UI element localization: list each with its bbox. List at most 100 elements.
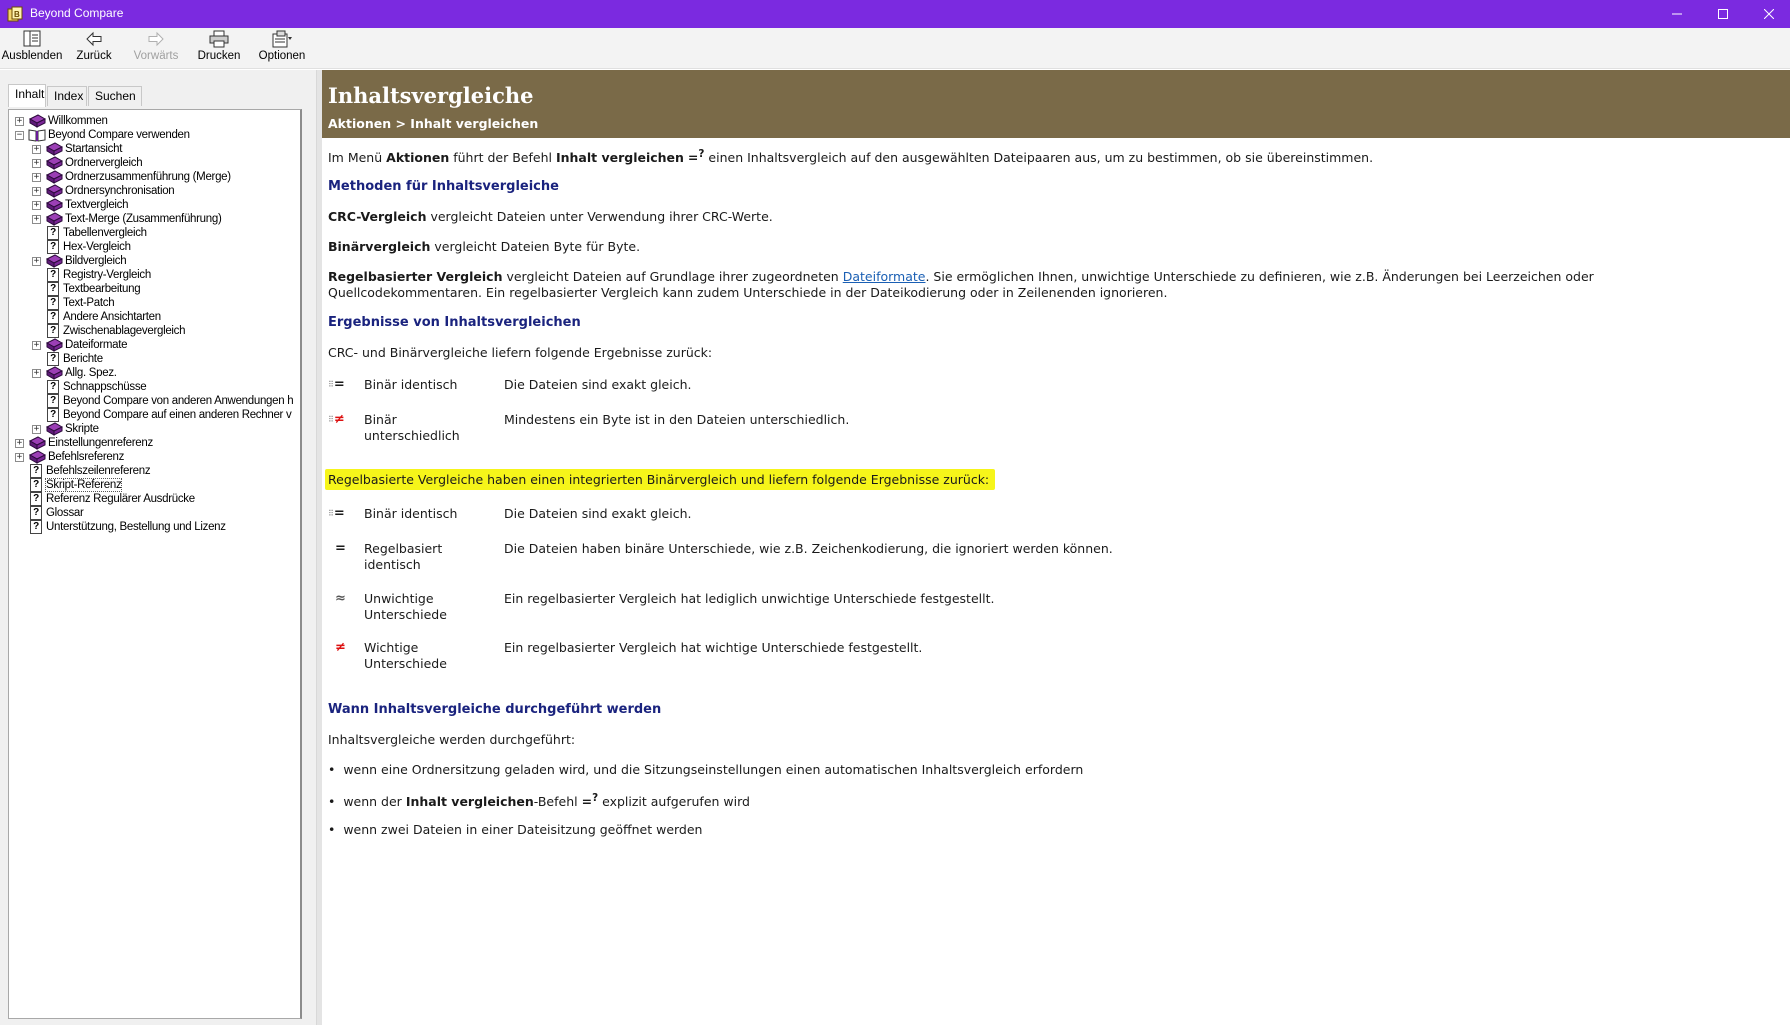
book-icon <box>45 156 63 170</box>
close-icon <box>1764 9 1774 19</box>
svg-text:B: B <box>14 10 20 19</box>
book-icon <box>45 170 63 184</box>
back-button[interactable]: Zurück <box>72 30 116 68</box>
expand-icon[interactable]: + <box>15 453 24 462</box>
tree-item-label: Schnappschüsse <box>63 381 147 393</box>
binary-paragraph: Binärvergleich vergleicht Dateien Byte f… <box>328 239 641 254</box>
toolbar: Ausblenden Zurück Vorwärts Drucken Optio… <box>0 28 1790 69</box>
back-arrow-icon <box>86 31 102 47</box>
result-desc: Die Dateien sind exakt gleich. <box>504 506 692 521</box>
book-icon <box>45 254 63 268</box>
tab-search[interactable]: Suchen <box>88 86 142 106</box>
tree-item-label: Text-Merge (Zusammenführung) <box>65 213 222 225</box>
expand-icon[interactable]: + <box>32 425 41 434</box>
result-label: Unwichtige Unterschiede <box>364 591 447 622</box>
tree-item-label: Allg. Spez. <box>65 367 117 379</box>
options-label: Optionen <box>258 50 306 62</box>
result-desc: Die Dateien sind exakt gleich. <box>504 377 692 392</box>
app-icon: B <box>7 6 23 22</box>
book-icon <box>45 212 63 226</box>
heading-when: Wann Inhaltsvergleiche durchgeführt werd… <box>328 702 662 717</box>
print-button[interactable]: Drucken <box>196 30 242 68</box>
hide-button[interactable]: Ausblenden <box>1 30 63 68</box>
tree-item-label: Glossar <box>46 507 84 519</box>
expand-icon[interactable]: + <box>32 187 41 196</box>
highlighted-sentence: Regelbasierte Vergleiche haben einen int… <box>325 469 996 490</box>
help-page-icon: ? <box>47 226 59 240</box>
help-page-icon: ? <box>30 478 42 492</box>
binary-different-icon: ⠿ ≠ <box>328 412 345 427</box>
help-page-icon: ? <box>47 282 59 296</box>
topic-header: Inhaltsvergleiche Aktionen > Inhalt verg… <box>322 70 1790 138</box>
tree-item-label: Skripte <box>65 423 99 435</box>
options-icon <box>272 30 292 48</box>
tree-item-label: Ordnersynchronisation <box>65 185 175 197</box>
binary-same-icon: ⠿ = <box>328 506 345 521</box>
tree-item-label: Beyond Compare verwenden <box>48 129 190 141</box>
expand-icon[interactable]: + <box>32 341 41 350</box>
bullet-item: • wenn zwei Dateien in einer Dateisitzun… <box>328 822 703 837</box>
back-label: Zurück <box>76 50 112 62</box>
tree-item-label: Unterstützung, Bestellung und Lizenz <box>46 521 226 533</box>
options-button[interactable]: Optionen <box>258 30 306 68</box>
hide-icon <box>23 30 41 47</box>
book-icon <box>45 142 63 156</box>
expand-icon[interactable]: + <box>32 145 41 154</box>
intro-paragraph: Im Menü Aktionen führt der Befehl Inhalt… <box>328 148 1374 166</box>
rule-paragraph-line1: Regelbasierter Vergleich vergleicht Date… <box>328 269 1594 284</box>
minimize-button[interactable] <box>1654 0 1700 28</box>
result-label: Wichtige Unterschiede <box>364 640 447 671</box>
crc-paragraph: CRC-Vergleich vergleicht Dateien unter V… <box>328 209 773 224</box>
tree-item-label: Bildvergleich <box>65 255 127 267</box>
forward-label: Vorwärts <box>133 50 179 62</box>
rule-paragraph-line2: Quellcodekommentaren. Ein regelbasierter… <box>328 285 1168 300</box>
bullet-item: • wenn der Inhalt vergleichen-Befehl =? … <box>328 792 750 810</box>
heading-results: Ergebnisse von Inhaltsvergleichen <box>328 315 581 330</box>
tab-contents[interactable]: Inhalt <box>8 84 46 107</box>
hide-label: Ausblenden <box>1 50 63 62</box>
contents-tree[interactable]: + Willkommen − Beyond Compare verwenden + Sta… <box>8 109 302 1019</box>
tree-item-label: Ordnerzusammenführung (Merge) <box>65 171 231 183</box>
navigation-panel: Inhalt Index Suchen + Willkommen − Beyond C… <box>0 70 316 1025</box>
help-page-icon: ? <box>47 408 59 422</box>
tree-item-label: Startansicht <box>65 143 123 155</box>
tree-item-label: Willkommen <box>48 115 108 127</box>
tree-item-label: Berichte <box>63 353 103 365</box>
expand-icon[interactable]: + <box>32 159 41 168</box>
result-label: Binär unterschiedlich <box>364 412 460 443</box>
help-page-icon: ? <box>47 380 59 394</box>
expand-icon[interactable]: + <box>32 173 41 182</box>
print-label: Drucken <box>197 50 241 62</box>
expand-icon[interactable]: + <box>32 257 41 266</box>
help-page-icon: ? <box>30 506 42 520</box>
tree-item-label: Textvergleich <box>65 199 129 211</box>
expand-icon[interactable]: + <box>32 215 41 224</box>
forward-button[interactable]: Vorwärts <box>132 30 180 68</box>
file-formats-link[interactable]: Dateiformate <box>843 269 926 284</box>
tab-index-label: Index <box>54 89 84 103</box>
close-button[interactable] <box>1746 0 1790 28</box>
tree-item-label: Text-Patch <box>63 297 115 309</box>
expand-icon[interactable]: + <box>32 201 41 210</box>
tab-index[interactable]: Index <box>47 86 87 106</box>
maximize-icon <box>1718 9 1728 19</box>
expand-icon[interactable]: + <box>32 369 41 378</box>
expand-icon[interactable]: + <box>15 117 24 126</box>
breadcrumb: Aktionen > Inhalt vergleichen <box>328 116 539 131</box>
result-label: Binär identisch <box>364 377 458 392</box>
collapse-icon[interactable]: − <box>15 131 24 140</box>
printer-icon <box>209 30 229 48</box>
result-label: Binär identisch <box>364 506 458 521</box>
maximize-button[interactable] <box>1700 0 1746 28</box>
important-differences-icon: ≠ <box>335 640 346 655</box>
tree-item-label: Zwischenablagevergleich <box>63 325 186 337</box>
help-page-icon: ? <box>30 520 42 534</box>
results-intro: CRC- und Binärvergleiche liefern folgend… <box>328 345 713 360</box>
page-title: Inhaltsvergleiche <box>328 83 534 108</box>
tree-item[interactable]: ? Unterstützung, Bestellung und Lizenz <box>28 519 300 535</box>
book-icon <box>45 198 63 212</box>
expand-icon[interactable]: + <box>15 439 24 448</box>
heading-methods: Methoden für Inhaltsvergleiche <box>328 179 559 194</box>
help-page-icon: ? <box>47 352 59 366</box>
tree-item-label: Textbearbeitung <box>63 283 141 295</box>
